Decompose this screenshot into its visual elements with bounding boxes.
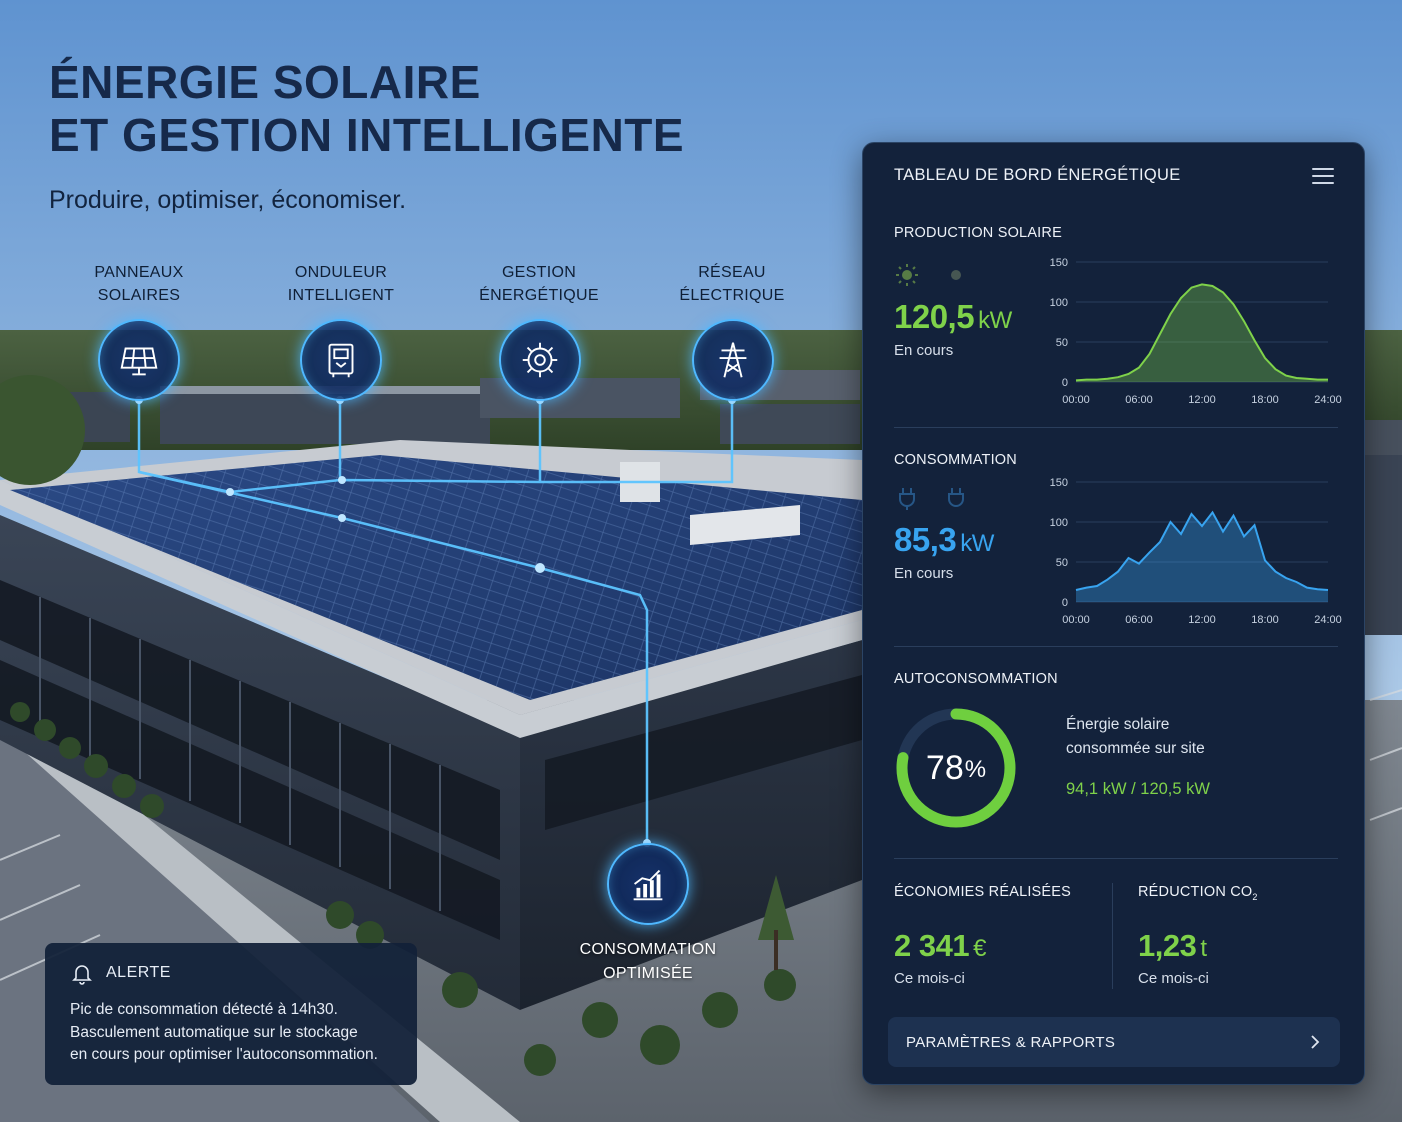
co2-label: RÉDUCTION CO2 [1138,884,1258,902]
energy-management-node[interactable] [499,319,581,401]
hero-subtitle: Produire, optimiser, économiser. [49,186,407,214]
inverter-icon [328,343,354,378]
divider [894,427,1338,428]
production-chart-x-tick: 06:00 [1125,394,1153,406]
consumption-status: En cours [894,565,954,582]
production-label: PRODUCTION SOLAIRE [894,225,1062,241]
self-consumption-ratio: 94,1 kW / 120,5 kW [1066,780,1210,798]
consumption-chart-x-tick: 00:00 [1062,614,1090,626]
alert-message: Pic de consommation détecté à 14h30. Bas… [70,1001,378,1063]
sun-icon [896,264,918,286]
consumption-chart: 0 50 100 150 00:00 06:00 12:00 18:00 24:00 [1050,477,1342,626]
self-consumption-percent: 78% [925,748,987,787]
node-label-inverter: ONDULEUR INTELLIGENT [287,264,395,304]
consumption-value: 85,3 kW [894,521,994,558]
column-separator [1112,883,1113,989]
consumption-chart-y-tick: 150 [1050,477,1068,489]
node-label-solar-panels: PANNEAUX SOLAIRES [94,264,184,304]
production-status: En cours [894,342,954,359]
co2-period: Ce mois-ci [1138,970,1209,987]
hero-title-line-1: ÉNERGIE SOLAIRE [49,56,481,108]
node-label-power-grid: RÉSEAU ÉLECTRIQUE [679,264,785,304]
plug-icon-secondary [948,488,964,507]
power-pylon-icon [719,342,747,378]
production-chart-x-tick: 24:00 [1314,394,1342,406]
production-chart-x-tick: 00:00 [1062,394,1090,406]
co2-value: 1,23 t [1138,928,1207,963]
hero-headline: ÉNERGIE SOLAIRE ET GESTION INTELLIGENTE … [49,56,684,215]
sun-icon-secondary [951,270,961,280]
solar-panel-icon [120,347,158,376]
consumption-chart-y-tick: 0 [1062,597,1068,609]
bell-icon [72,965,92,985]
savings-period: Ce mois-ci [894,970,965,987]
hero-title: ÉNERGIE SOLAIRE ET GESTION INTELLIGENTE [49,56,684,162]
production-chart-area [1076,284,1328,382]
inverter-node[interactable] [300,319,382,401]
plug-icon [899,488,915,510]
chevron-right-icon [1311,1035,1320,1049]
consumption-chart-x-tick: 06:00 [1125,614,1153,626]
hero-title-line-2: ET GESTION INTELLIGENTE [49,109,685,161]
savings-label: ÉCONOMIES RÉALISÉES [894,884,1072,900]
production-chart-x-tick: 12:00 [1188,394,1216,406]
consumption-chart-y-tick: 50 [1056,557,1068,569]
node-label-energy-management: GESTION ÉNERGÉTIQUE [479,264,599,304]
alert-card: ALERTE Pic de consommation détecté à 14h… [45,943,417,1085]
savings-value: 2 341 € [894,928,986,963]
production-chart: 0 50 100 150 00:00 06:00 12:00 18:00 24:00 [1050,257,1342,406]
production-chart-y-tick: 100 [1050,297,1068,309]
production-chart-y-tick: 50 [1056,337,1068,349]
production-value: 120,5 kW [894,298,1012,335]
consumption-chart-y-tick: 100 [1050,517,1068,529]
settings-reports-button[interactable]: PARAMÈTRES & RAPPORTS [888,1017,1340,1067]
settings-reports-label: PARAMÈTRES & RAPPORTS [906,1033,1116,1051]
divider [894,858,1338,859]
divider [894,646,1338,647]
optimized-consumption-node[interactable] [607,843,689,925]
consumption-chart-x-tick: 18:00 [1251,614,1279,626]
consumption-chart-x-tick: 24:00 [1314,614,1342,626]
consumption-chart-x-tick: 12:00 [1188,614,1216,626]
consumption-label: CONSOMMATION [894,452,1017,468]
power-grid-node[interactable] [692,319,774,401]
bar-chart-icon [633,869,663,901]
self-consumption-label: AUTOCONSOMMATION [894,671,1058,687]
self-consumption-description: Énergie solaire consommée sur site [1066,716,1205,757]
production-chart-y-tick: 150 [1050,257,1068,269]
production-chart-y-tick: 0 [1062,377,1068,389]
energy-management-icon [522,342,558,378]
alert-title: ALERTE [106,964,171,981]
solar-panel-node[interactable] [98,319,180,401]
dashboard-title: TABLEAU DE BORD ÉNERGÉTIQUE [894,166,1181,184]
hamburger-menu-icon[interactable] [1312,168,1334,184]
production-chart-x-tick: 18:00 [1251,394,1279,406]
energy-dashboard-panel: TABLEAU DE BORD ÉNERGÉTIQUE PRODUCTION S… [862,142,1365,1085]
optimized-consumption-label: CONSOMMATION OPTIMISÉE [579,941,717,982]
